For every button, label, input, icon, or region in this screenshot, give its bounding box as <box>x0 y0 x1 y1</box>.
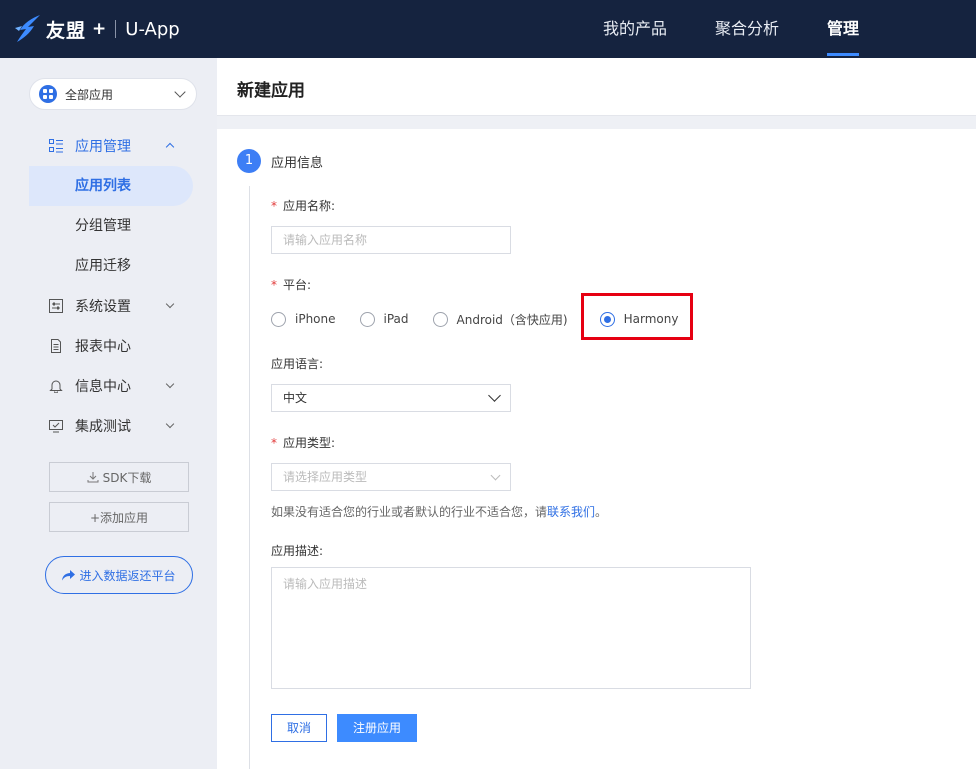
required-mark: * <box>271 436 277 450</box>
list-icon <box>49 139 63 153</box>
register-app-button[interactable]: 注册应用 <box>337 714 417 742</box>
platform-radio-ipad[interactable]: iPad <box>359 311 409 327</box>
brand-separator <box>115 20 117 38</box>
required-mark: * <box>271 278 277 292</box>
sidebar-subitem-app-migrate[interactable]: 应用迁移 <box>29 246 193 286</box>
sdk-download-button[interactable]: SDK下载 <box>49 462 189 492</box>
chevron-down-icon <box>488 389 501 402</box>
add-app-button[interactable]: +添加应用 <box>49 502 189 532</box>
download-icon <box>87 472 99 483</box>
radio-label: iPhone <box>295 312 336 326</box>
sidebar-item-label: 应用管理 <box>75 139 131 155</box>
industry-hint: 如果没有适合您的行业或者默认的行业不适合您，请联系我们。 <box>271 505 608 519</box>
step-connector-line <box>249 186 250 769</box>
document-icon <box>51 339 61 353</box>
brand-product: U-App <box>125 18 180 40</box>
radio-label: iPad <box>383 312 409 326</box>
page-header: 新建应用 <box>217 58 976 116</box>
nav-aggregate-analysis[interactable]: 聚合分析 <box>715 0 779 58</box>
add-app-label: +添加应用 <box>89 510 149 525</box>
nav-manage[interactable]: 管理 <box>826 0 860 58</box>
sidebar-item-label: 集成测试 <box>75 419 131 435</box>
required-mark: * <box>271 199 277 213</box>
app-name-label: * 应用名称: <box>271 199 336 213</box>
share-arrow-icon <box>62 569 76 580</box>
brand-plus: + <box>92 19 107 39</box>
sidebar-item-system-settings[interactable]: 系统设置 <box>29 286 193 326</box>
app-selector-label: 全部应用 <box>65 87 114 102</box>
brand-logo[interactable]: 友盟 + U-App <box>14 13 180 45</box>
monitor-check-icon <box>49 420 63 433</box>
chevron-down-icon <box>490 470 501 481</box>
chevron-up-icon <box>165 142 175 152</box>
top-nav: 我的产品 聚合分析 管理 <box>555 0 860 58</box>
app-type-label: * 应用类型: <box>271 436 336 450</box>
sidebar-item-label: 信息中心 <box>75 379 131 395</box>
radio-circle[interactable] <box>271 311 286 327</box>
apps-grid-icon <box>39 85 57 103</box>
sidebar-subitem-app-list[interactable]: 应用列表 <box>29 166 193 206</box>
app-type-select[interactable]: 请选择应用类型 <box>271 463 511 491</box>
sidebar: 全部应用 应用管理 应用列表 分组管理 应用迁移 系统设置 报表中心 信息中心 … <box>0 58 217 769</box>
app-type-placeholder: 请选择应用类型 <box>283 470 368 484</box>
contact-us-link[interactable]: 联系我们 <box>547 505 595 519</box>
app-selector-dropdown[interactable]: 全部应用 <box>29 78 197 110</box>
page-title: 新建应用 <box>237 81 305 101</box>
chevron-down-icon <box>165 379 175 389</box>
chevron-down-icon <box>165 299 175 309</box>
settings-panel-icon <box>49 299 63 313</box>
step-label: 应用信息 <box>271 155 324 171</box>
bell-icon <box>49 380 63 393</box>
radio-label: Android（含快应用) <box>456 312 568 327</box>
data-return-label: 进入数据返还平台 <box>79 568 176 583</box>
nav-my-products[interactable]: 我的产品 <box>603 0 667 58</box>
sidebar-subitem-group-manage[interactable]: 分组管理 <box>29 206 193 246</box>
sdk-download-label: SDK下载 <box>102 470 152 485</box>
platform-radio-android[interactable]: Android（含快应用) <box>432 311 568 328</box>
chevron-down-icon <box>174 86 186 98</box>
step-number: 1 <box>237 149 261 173</box>
description-textarea[interactable]: 请输入应用描述 <box>271 567 751 689</box>
radio-circle[interactable] <box>432 311 448 327</box>
sidebar-item-messages[interactable]: 信息中心 <box>29 366 193 406</box>
sidebar-item-label: 报表中心 <box>75 339 131 355</box>
umeng-bird-logo-icon <box>15 15 40 42</box>
data-return-platform-button[interactable]: 进入数据返还平台 <box>45 556 193 594</box>
language-select[interactable]: 中文 <box>271 384 511 412</box>
brand-name: 友盟 <box>46 19 87 42</box>
app-name-input[interactable]: 请输入应用名称 <box>271 226 511 254</box>
sidebar-item-app-manage[interactable]: 应用管理 <box>29 126 193 166</box>
radio-circle[interactable] <box>359 311 375 327</box>
step-indicator: 1 应用信息 <box>237 149 323 173</box>
description-label: 应用描述: <box>271 544 324 558</box>
sidebar-item-label: 系统设置 <box>75 299 131 315</box>
top-bar: 友盟 + U-App 我的产品 聚合分析 管理 <box>0 0 976 58</box>
sidebar-item-reports[interactable]: 报表中心 <box>29 326 193 366</box>
sidebar-item-integration-test[interactable]: 集成测试 <box>29 406 193 446</box>
cancel-button[interactable]: 取消 <box>271 714 327 742</box>
sidebar-menu: 应用管理 应用列表 分组管理 应用迁移 系统设置 报表中心 信息中心 集成测试 <box>29 126 193 446</box>
chevron-down-icon <box>165 419 175 429</box>
language-value: 中文 <box>283 391 308 405</box>
platform-radio-iphone[interactable]: iPhone <box>271 311 336 327</box>
language-label: 应用语言: <box>271 357 324 371</box>
new-app-form: 1 应用信息 * 应用名称: 请输入应用名称 * 平台: iPhone iPad A… <box>217 129 976 769</box>
harmony-highlight-box <box>581 293 693 340</box>
platform-label: * 平台: <box>271 278 312 292</box>
